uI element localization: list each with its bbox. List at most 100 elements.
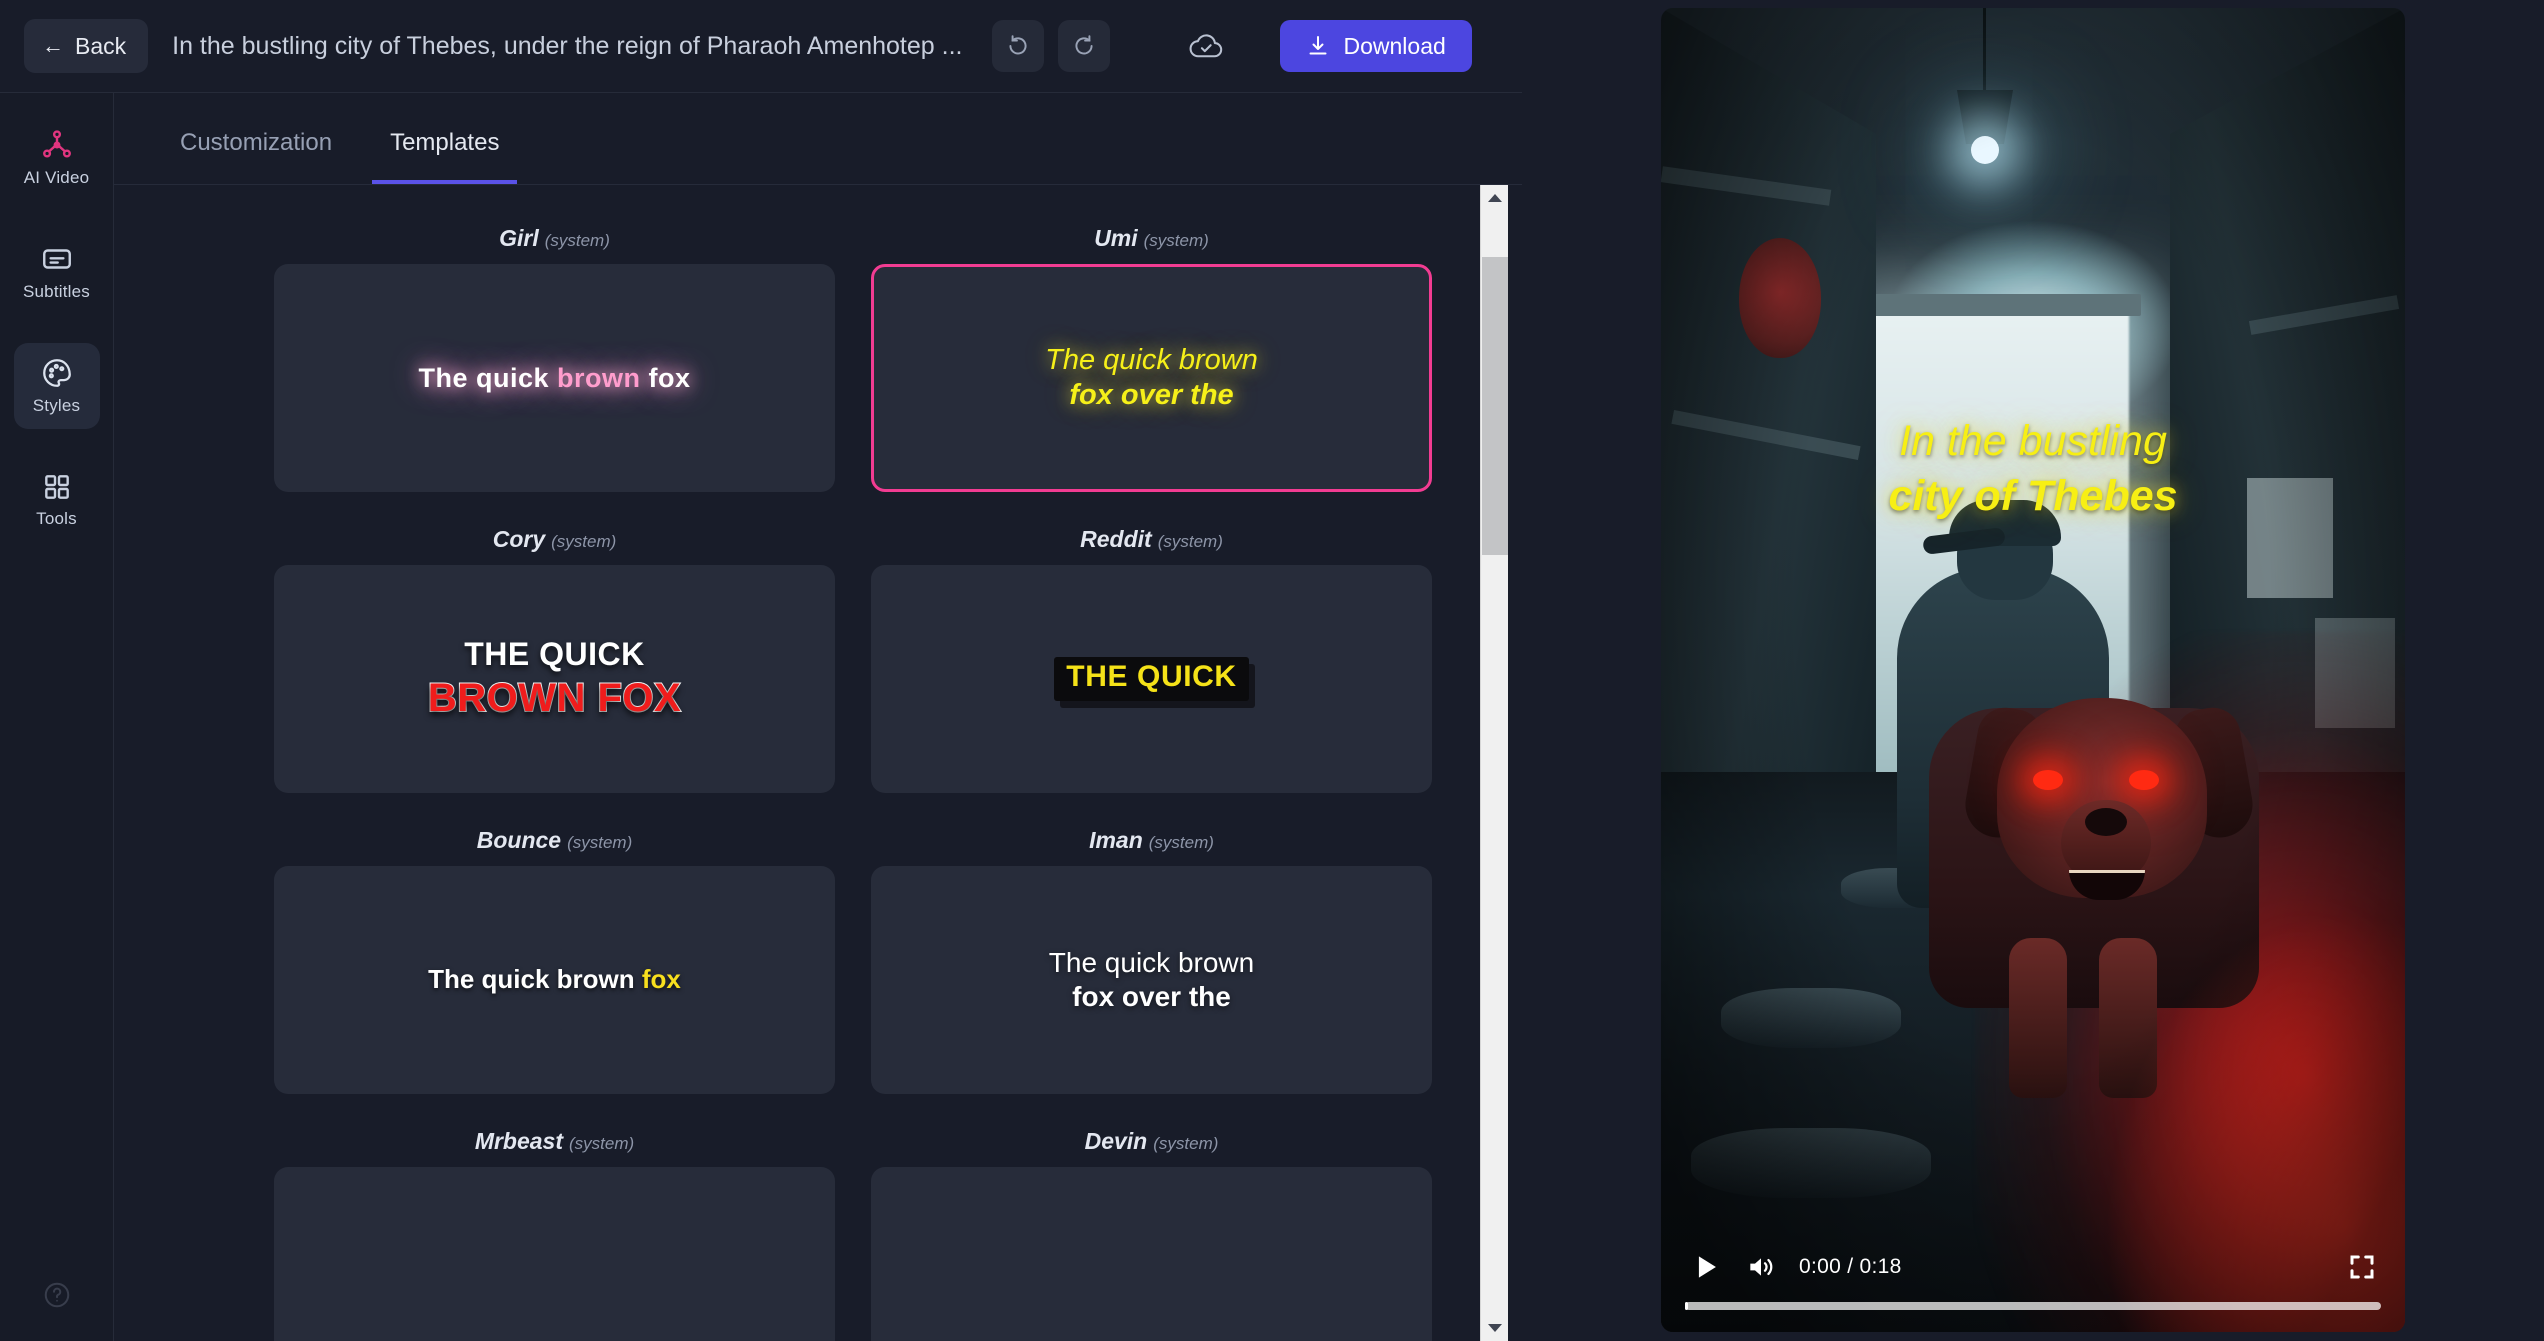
template-item: Umi (system) The quick brown fox over the [871, 225, 1432, 492]
video-progress-bar[interactable] [1685, 1302, 2381, 1310]
template-name: Reddit (system) [871, 526, 1432, 553]
template-name: Bounce (system) [274, 827, 835, 854]
templates-scrollbar[interactable] [1480, 185, 1508, 1341]
sidebar-item-label: Subtitles [22, 282, 90, 301]
back-button[interactable]: ← Back [24, 19, 149, 73]
video-subtitle-overlay: In the bustling city of Thebes [1661, 414, 2405, 524]
video-frame-image [1661, 8, 2405, 1332]
template-item: Bounce (system) The quick brown fox [274, 827, 835, 1094]
scene-vignette [1661, 8, 2405, 1332]
template-preview-line: BROWN FOX [427, 675, 682, 721]
play-button[interactable] [1689, 1250, 1723, 1284]
template-preview-line: THE QUICK [1054, 657, 1249, 701]
video-player[interactable]: In the bustling city of Thebes 0:00 / 0:… [1661, 8, 2405, 1332]
template-preview-line: The quick brown [1048, 946, 1255, 978]
sidebar-item-ai-video[interactable]: AI Video [14, 115, 100, 201]
template-item: Iman (system) The quick brown fox over th… [871, 827, 1432, 1094]
styles-panel: Customization Templates Girl (system) The… [114, 92, 1522, 1341]
help-button[interactable] [42, 1280, 72, 1315]
subtitle-line-2: city of Thebes [1888, 472, 2178, 521]
tab-customization[interactable]: Customization [162, 119, 350, 184]
template-name-text: Umi [1094, 225, 1138, 251]
help-circle-icon [44, 1282, 69, 1308]
volume-on-icon [1750, 1258, 1773, 1276]
document-title: In the bustling city of Thebes, under th… [172, 31, 963, 60]
preview-text-part: fox [640, 362, 691, 393]
video-controls-row: 0:00 / 0:18 [1685, 1250, 2381, 1302]
template-name: Iman (system) [871, 827, 1432, 854]
sidebar-item-tools[interactable]: Tools [14, 457, 100, 543]
template-name-text: Girl [499, 225, 539, 251]
template-source: (system) [567, 833, 633, 852]
undo-button[interactable] [992, 20, 1045, 72]
template-item: Reddit (system) THE QUICK [871, 526, 1432, 793]
template-name-text: Reddit [1080, 526, 1152, 552]
template-card-mrbeast[interactable] [274, 1167, 835, 1341]
panel-tabs: Customization Templates [114, 119, 1522, 185]
left-nav-rail: AI Video Subtitles Styles Tools [0, 92, 114, 1341]
fullscreen-icon [2350, 1255, 2374, 1279]
caret-up-icon [1487, 194, 1502, 202]
back-button-label: Back [75, 32, 127, 59]
template-source: (system) [1143, 231, 1209, 250]
video-progress-played [1685, 1302, 1689, 1310]
scrollbar-up-button[interactable] [1481, 185, 1508, 211]
template-item: Devin (system) [871, 1128, 1432, 1341]
time-display: 0:00 / 0:18 [1799, 1255, 1902, 1278]
template-name: Umi (system) [871, 225, 1432, 252]
cloud-save-status [1188, 31, 1226, 61]
template-name-text: Cory [492, 526, 546, 552]
template-card-umi[interactable]: The quick brown fox over the [871, 264, 1432, 492]
templates-scroll-region: Girl (system) The quick brown fox Umi (sys… [114, 185, 1522, 1341]
arrow-left-icon: ← [42, 33, 64, 58]
sidebar-item-styles[interactable]: Styles [13, 343, 100, 429]
play-icon [1698, 1256, 1716, 1278]
template-card-bounce[interactable]: The quick brown fox [274, 866, 835, 1094]
template-name-text: Mrbeast [474, 1128, 564, 1154]
sidebar-item-label: Styles [32, 396, 81, 415]
template-preview-line: The quick brown fox [418, 362, 690, 395]
template-item: Cory (system) THE QUICK BROWN FOX [274, 526, 835, 793]
preview-text-part: The quick brown [428, 964, 642, 995]
video-controls: 0:00 / 0:18 [1661, 1250, 2405, 1332]
download-button[interactable]: Download [1280, 20, 1472, 72]
template-preview-line: THE QUICK [464, 636, 645, 673]
template-source: (system) [544, 231, 610, 250]
templates-grid: Girl (system) The quick brown fox Umi (sys… [114, 185, 1522, 1341]
redo-icon [1075, 35, 1094, 55]
grid-tools-icon [44, 475, 69, 499]
history-buttons [992, 20, 1111, 72]
template-name-text: Devin [1084, 1128, 1148, 1154]
editor-body: AI Video Subtitles Styles Tools Customiz… [0, 92, 1522, 1341]
template-name: Devin (system) [871, 1128, 1432, 1155]
tab-templates[interactable]: Templates [372, 119, 518, 184]
preview-text-part: The quick [418, 362, 557, 393]
sidebar-item-subtitles[interactable]: Subtitles [14, 229, 100, 315]
template-item: Girl (system) The quick brown fox [274, 225, 835, 492]
template-name: Mrbeast (system) [274, 1128, 835, 1155]
template-source: (system) [1157, 532, 1223, 551]
template-card-girl[interactable]: The quick brown fox [274, 264, 835, 492]
template-card-cory[interactable]: THE QUICK BROWN FOX [274, 565, 835, 793]
cloud-check-icon [1190, 34, 1223, 58]
template-name: Cory (system) [274, 526, 835, 553]
fullscreen-button[interactable] [2347, 1252, 2377, 1282]
template-source: (system) [551, 532, 617, 551]
scrollbar-thumb[interactable] [1482, 257, 1508, 555]
caret-down-icon [1488, 1324, 1502, 1332]
undo-icon [1009, 35, 1028, 55]
template-card-iman[interactable]: The quick brown fox over the [871, 866, 1432, 1094]
template-name-text: Iman [1089, 827, 1143, 853]
app-root: ← Back In the bustling city of Thebes, u… [0, 0, 2544, 1341]
template-source: (system) [1148, 833, 1214, 852]
scrollbar-down-button[interactable] [1481, 1315, 1509, 1341]
template-preview-line: The quick brown fox [428, 964, 681, 996]
redo-button[interactable] [1058, 20, 1111, 72]
template-item: Mrbeast (system) [274, 1128, 835, 1341]
template-card-devin[interactable] [871, 1167, 1432, 1341]
subtitle-line-1: In the bustling [1899, 417, 2167, 465]
template-card-reddit[interactable]: THE QUICK [871, 565, 1432, 793]
volume-button[interactable] [1745, 1251, 1777, 1283]
ai-network-icon [42, 130, 71, 158]
template-name: Girl (system) [274, 225, 835, 252]
